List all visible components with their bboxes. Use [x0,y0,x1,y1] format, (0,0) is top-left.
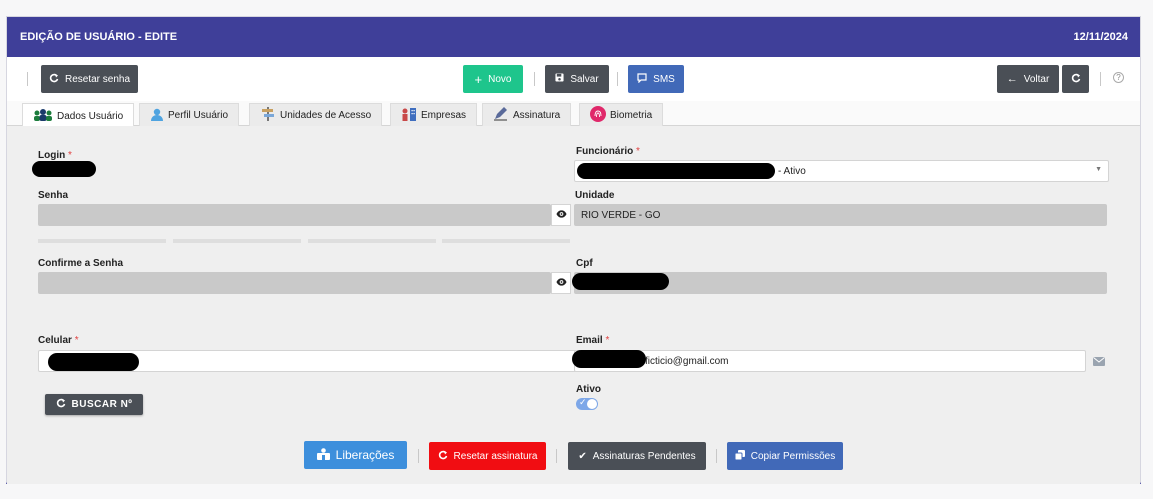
arrow-left-icon: ← [1006,73,1018,85]
eye-icon [555,209,567,221]
user-data-form: Login * Funcionário * - Ativo ▼ Senha Un… [7,126,1140,484]
new-button[interactable]: + Novo [463,65,523,93]
refresh-icon [438,450,448,463]
email-redacted [572,350,646,368]
user-icon [150,108,164,124]
toolbar-separator [27,72,28,86]
celular-label: Celular * [38,335,79,346]
building-icon [401,107,417,124]
password-strength-bar [38,239,166,243]
copy-permissions-button[interactable]: Copiar Permissões [727,442,843,470]
double-check-icon: ✔ [578,450,587,462]
confirm-password-label: Confirme a Senha [38,258,124,269]
password-strength-bar [442,239,570,243]
refresh-button[interactable] [1062,65,1089,93]
senha-label: Senha [38,190,69,201]
toolbar-separator [1100,72,1101,86]
login-redacted [32,161,96,177]
check-icon: ✓ [579,397,587,407]
email-input[interactable]: ficticio@gmail.com [574,350,1086,372]
password-strength-bar [308,239,436,243]
page-title: EDIÇÃO DE USUÁRIO - EDITE [20,31,178,43]
login-label: Login * [38,150,72,161]
show-password-button[interactable] [551,204,571,226]
action-separator [716,449,717,463]
plus-icon: + [474,71,483,87]
cpf-label: Cpf [576,258,593,269]
funcionario-select[interactable]: - Ativo ▼ [574,160,1109,182]
celular-redacted [48,353,139,371]
liberacoes-button[interactable]: Liberações [304,441,407,469]
cpf-redacted [572,273,669,290]
header-date: 12/11/2024 [1073,31,1128,43]
unidade-field: RIO VERDE - GO [574,204,1107,226]
refresh-icon [56,398,66,411]
tab-assinatura[interactable]: Assinatura [482,103,572,127]
floppy-icon [555,73,564,85]
buscar-numero-button[interactable]: BUSCAR Nº [45,394,143,415]
email-label: Email * [576,335,610,346]
signpost-icon [260,107,276,124]
ativo-toggle[interactable]: ✓ [576,397,598,410]
tab-bar: Dados Usuário Perfil Usuário Unidades de… [7,101,1140,128]
refresh-icon [49,73,59,86]
pending-signatures-button[interactable]: ✔ Assinaturas Pendentes [568,442,706,470]
refresh-icon [1071,73,1081,86]
ativo-label: Ativo [576,384,601,395]
title-bar: EDIÇÃO DE USUÁRIO - EDITE 12/11/2024 [7,17,1140,57]
tab-unidades-acesso[interactable]: Unidades de Acesso [249,103,383,127]
senha-input[interactable] [38,204,551,226]
message-icon [637,72,647,86]
reset-signature-button[interactable]: Resetar assinatura [429,442,546,470]
toolbar-separator [617,72,618,86]
action-separator [418,449,419,463]
help-icon[interactable]: ? [1113,72,1124,83]
toolbar: Resetar senha + Novo Salvar SMS ← Voltar… [7,57,1140,101]
eye-icon [555,277,567,289]
caret-down-icon: ▼ [1095,166,1102,173]
users-icon [33,108,53,124]
back-button[interactable]: ← Voltar [997,65,1059,93]
toolbar-separator [534,72,535,86]
confirm-password-input[interactable] [38,272,551,294]
user-cube-icon [316,447,330,463]
edit-user-window: EDIÇÃO DE USUÁRIO - EDITE 12/11/2024 Res… [6,16,1141,484]
funcionario-redacted [577,163,775,179]
unidade-label: Unidade [575,190,615,201]
save-button[interactable]: Salvar [545,65,609,93]
envelope-icon [1093,357,1105,369]
copy-icon [734,449,745,463]
fingerprint-icon [590,106,606,125]
tab-dados-usuario[interactable]: Dados Usuário [22,103,135,128]
action-separator [556,449,557,463]
show-confirm-password-button[interactable] [551,272,571,294]
reset-password-button[interactable]: Resetar senha [41,65,138,93]
tab-biometria[interactable]: Biometria [579,103,664,127]
funcionario-label: Funcionário * [576,146,640,157]
password-strength-bar [173,239,301,243]
tab-perfil-usuario[interactable]: Perfil Usuário [139,103,240,127]
pen-icon [493,107,509,124]
sms-button[interactable]: SMS [628,65,684,93]
tab-empresas[interactable]: Empresas [390,103,478,127]
